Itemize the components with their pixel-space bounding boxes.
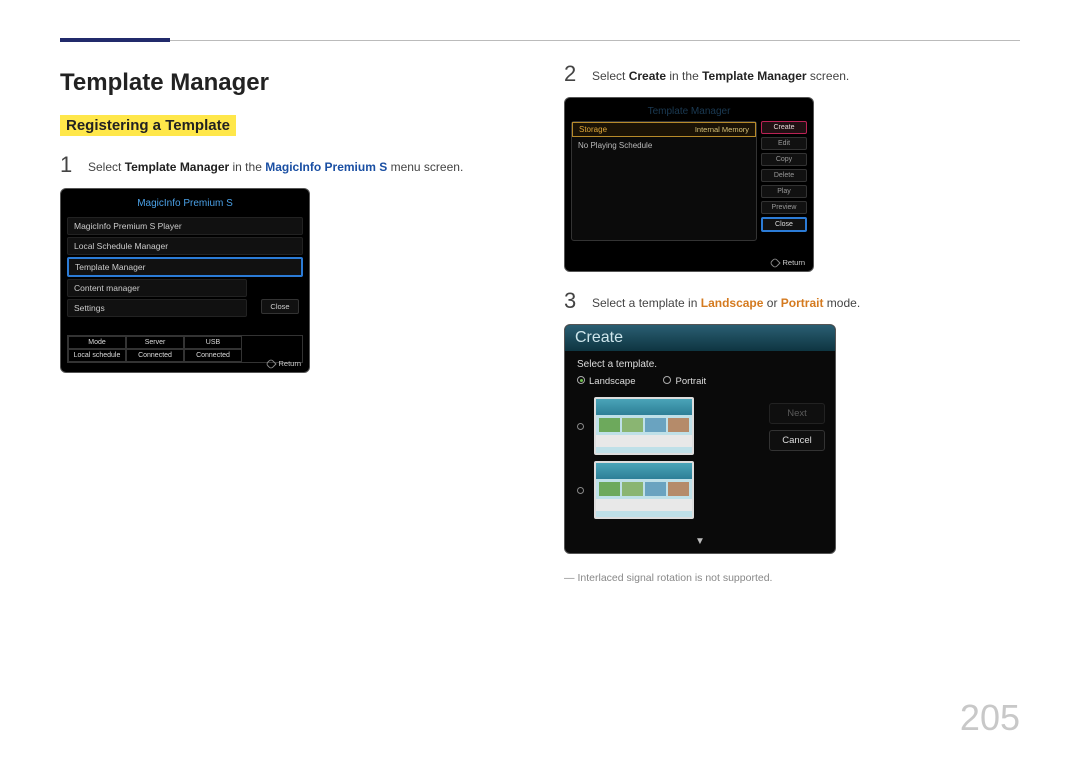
- radio-landscape[interactable]: Landscape: [577, 376, 635, 387]
- return-label: Return: [782, 258, 805, 267]
- radio-icon: [663, 376, 671, 384]
- select-dot-icon: [577, 423, 584, 430]
- grid-header-usb: USB: [184, 336, 242, 349]
- return-row[interactable]: Return: [267, 359, 301, 368]
- menu-item-local-schedule[interactable]: Local Schedule Manager: [67, 237, 303, 255]
- figure1-title: MagicInfo Premium S: [67, 195, 303, 215]
- grid-value-usb: Connected: [184, 349, 242, 362]
- step-number: 2: [564, 63, 578, 85]
- grid-header-server: Server: [126, 336, 184, 349]
- figure2-button-column: Create Edit Copy Delete Play Preview Clo…: [761, 121, 807, 241]
- right-column: 2 Select Create in the Template Manager …: [564, 63, 1020, 584]
- footnote: ―Interlaced signal rotation is not suppo…: [564, 572, 1020, 584]
- return-row[interactable]: Return: [771, 258, 805, 267]
- step-number: 1: [60, 154, 74, 176]
- play-button[interactable]: Play: [761, 185, 807, 198]
- section-subheading: Registering a Template: [60, 115, 236, 136]
- step-1: 1 Select Template Manager in the MagicIn…: [60, 154, 516, 176]
- no-playing-schedule: No Playing Schedule: [572, 137, 756, 154]
- left-column: Template Manager Registering a Template …: [60, 63, 516, 584]
- grid-value-mode: Local schedule: [68, 349, 126, 362]
- radio-icon: [577, 376, 585, 384]
- step-number: 3: [564, 290, 578, 312]
- menu-item-content-manager[interactable]: Content manager: [67, 279, 247, 297]
- create-button-column: Next Cancel: [769, 403, 825, 451]
- page-number: 205: [960, 697, 1020, 739]
- header-accent-bar: [60, 38, 170, 42]
- internal-memory-label: Internal Memory: [695, 125, 749, 134]
- page-title: Template Manager: [60, 69, 516, 97]
- header-rule: [60, 40, 1020, 41]
- menu-item-template-manager[interactable]: Template Manager: [67, 257, 303, 277]
- template-thumbnail: [594, 461, 694, 519]
- footnote-text: Interlaced signal rotation is not suppor…: [578, 572, 773, 584]
- template-option-2[interactable]: [577, 461, 823, 519]
- figure-magicinfo-menu: MagicInfo Premium S MagicInfo Premium S …: [60, 188, 310, 373]
- figure2-content-pane: Storage Internal Memory No Playing Sched…: [571, 121, 757, 241]
- step-text: Select a template in Landscape or Portra…: [592, 290, 860, 312]
- return-label: Return: [278, 359, 301, 368]
- next-button[interactable]: Next: [769, 403, 825, 424]
- copy-button[interactable]: Copy: [761, 153, 807, 166]
- figure-create-template: Create Select a template. Landscape Port…: [564, 324, 836, 554]
- template-thumbnail: [594, 397, 694, 455]
- select-dot-icon: [577, 487, 584, 494]
- cancel-button[interactable]: Cancel: [769, 430, 825, 451]
- grid-value-server: Connected: [126, 349, 184, 362]
- menu-item-settings[interactable]: Settings: [67, 299, 247, 317]
- create-header: Create: [565, 325, 835, 351]
- figure-template-manager: Template Manager Storage Internal Memory…: [564, 97, 814, 272]
- close-button[interactable]: Close: [761, 217, 807, 232]
- select-template-label: Select a template.: [577, 359, 823, 370]
- content-columns: Template Manager Registering a Template …: [60, 63, 1020, 584]
- scroll-down-icon[interactable]: ▼: [695, 536, 705, 547]
- radio-portrait[interactable]: Portrait: [663, 376, 706, 387]
- page: Template Manager Registering a Template …: [0, 0, 1080, 763]
- edit-button[interactable]: Edit: [761, 137, 807, 150]
- create-button[interactable]: Create: [761, 121, 807, 134]
- step-2: 2 Select Create in the Template Manager …: [564, 63, 1020, 85]
- step-text: Select Template Manager in the MagicInfo…: [88, 154, 463, 176]
- orientation-row: Landscape Portrait: [577, 376, 823, 387]
- menu-item-player[interactable]: MagicInfo Premium S Player: [67, 217, 303, 235]
- storage-label: Storage: [579, 125, 607, 134]
- delete-button[interactable]: Delete: [761, 169, 807, 182]
- step-text: Select Create in the Template Manager sc…: [592, 63, 849, 85]
- step-3: 3 Select a template in Landscape or Port…: [564, 290, 1020, 312]
- return-icon: [770, 257, 781, 268]
- figure2-title: Template Manager: [571, 104, 807, 121]
- storage-row[interactable]: Storage Internal Memory: [572, 122, 756, 137]
- close-button[interactable]: Close: [261, 299, 299, 314]
- return-icon: [266, 358, 277, 369]
- grid-header-mode: Mode: [68, 336, 126, 349]
- preview-button[interactable]: Preview: [761, 201, 807, 214]
